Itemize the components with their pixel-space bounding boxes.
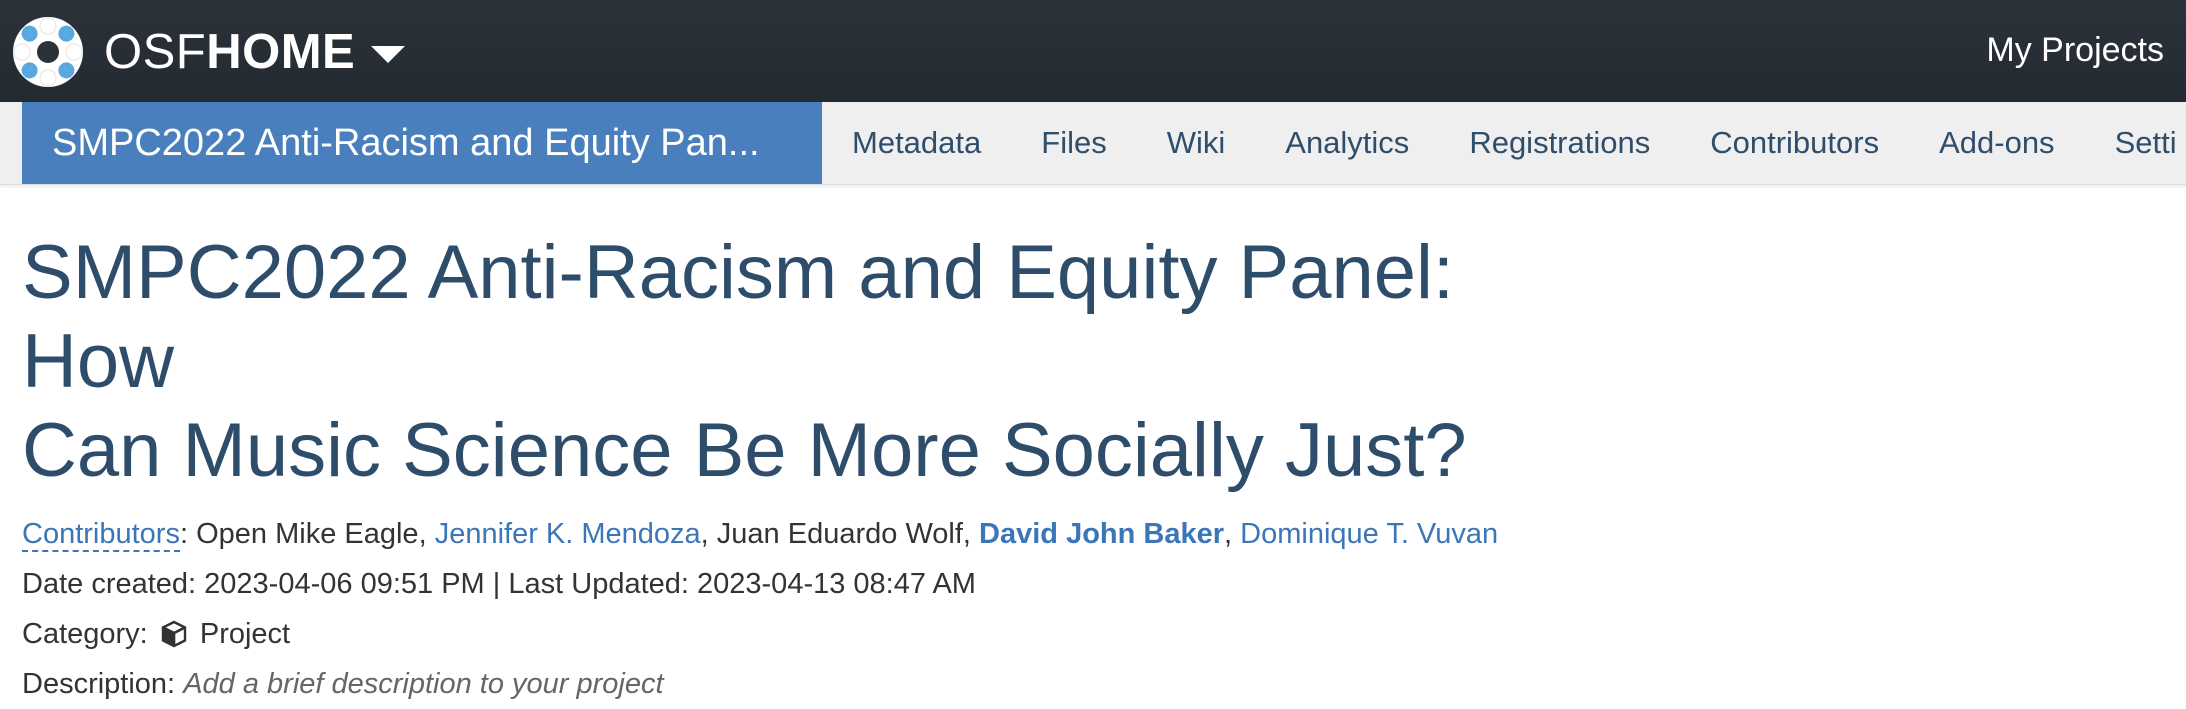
nav-wiki[interactable]: Wiki (1137, 102, 1256, 184)
page-title-line-2: Can Music Science Be More Socially Just? (22, 408, 1467, 493)
project-nav-items: Metadata Files Wiki Analytics Registrati… (822, 102, 2186, 184)
date-created-label: Date created: (22, 568, 197, 600)
nav-analytics[interactable]: Analytics (1255, 102, 1439, 184)
brand-osf: OSF (104, 24, 207, 79)
nav-files[interactable]: Files (1011, 102, 1136, 184)
contributors-line: Contributors: Open Mike Eagle, Jennifer … (22, 518, 1499, 552)
project-meta: Contributors: Open Mike Eagle, Jennifer … (22, 509, 1582, 709)
category-label: Category: (22, 618, 148, 650)
nav-contributors[interactable]: Contributors (1680, 102, 1909, 184)
osf-logo-icon (13, 17, 83, 87)
osf-home-menu[interactable]: OSFHOME (12, 14, 406, 90)
description-edit-field[interactable]: Add a brief description to your project (183, 668, 663, 700)
date-created-value: 2023-04-06 09:51 PM (204, 568, 485, 600)
contributor-link[interactable]: David John Baker (979, 518, 1224, 550)
category-line: Category: Project (22, 609, 1582, 659)
project-title-tab[interactable]: SMPC2022 Anti-Racism and Equity Pan... (22, 102, 822, 184)
nav-add-ons[interactable]: Add-ons (1909, 102, 2084, 184)
contributor-name: Open Mike Eagle (196, 518, 419, 550)
brand-text[interactable]: OSFHOME (104, 24, 356, 79)
contributor-link[interactable]: Jennifer K. Mendoza (435, 518, 701, 550)
description-label: Description: (22, 668, 176, 700)
top-navbar: OSFHOME My Projects (0, 0, 2186, 102)
page-title-line-1: SMPC2022 Anti-Racism and Equity Panel: H… (22, 230, 1455, 404)
description-line: Description: Add a brief description to … (22, 659, 1582, 709)
nav-settings[interactable]: Setti (2085, 102, 2186, 184)
last-updated-label: Last Updated: (508, 568, 689, 600)
contributors-label-link[interactable]: Contributors (22, 518, 180, 552)
nav-registrations[interactable]: Registrations (1439, 102, 1680, 184)
project-overview: SMPC2022 Anti-Racism and Equity Panel: H… (22, 228, 1582, 709)
cube-icon (161, 620, 186, 648)
caret-down-icon[interactable] (371, 45, 406, 63)
brand-home: HOME (206, 24, 356, 79)
category-value: Project (199, 618, 291, 650)
last-updated-value: 2023-04-13 08:47 AM (697, 568, 976, 600)
page-title: SMPC2022 Anti-Racism and Equity Panel: H… (22, 228, 1582, 495)
nav-metadata[interactable]: Metadata (822, 102, 1011, 184)
contributor-link[interactable]: Dominique T. Vuvan (1240, 518, 1498, 550)
my-projects-link[interactable]: My Projects (1986, 26, 2164, 74)
project-nav: SMPC2022 Anti-Racism and Equity Pan... M… (0, 102, 2186, 185)
date-separator: | (492, 568, 501, 600)
dates-line: Date created: 2023-04-06 09:51 PM | Last… (22, 559, 1582, 609)
contributor-name: Juan Eduardo Wolf (716, 518, 963, 550)
